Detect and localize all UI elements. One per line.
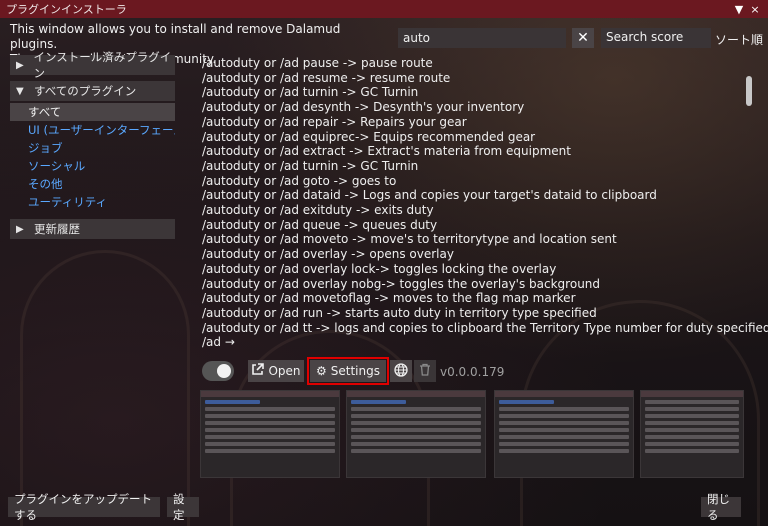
window-title: プラグインインストーラ [6, 3, 127, 16]
triangle-right-icon: ▶ [16, 59, 24, 71]
description-line: /autoduty or /ad goto -> goes to [202, 173, 397, 188]
settings-button-label: Settings [330, 364, 380, 378]
description-line: /autoduty or /ad moveto -> move's to ter… [202, 232, 617, 247]
description-line: /autoduty or /ad exitduty -> exits duty [202, 203, 434, 218]
description-line: /autoduty or /ad pause -> pause route [202, 56, 433, 70]
description-line: /autoduty or /ad turnin -> GC Turnin [202, 158, 419, 173]
category-item-jobs[interactable]: ジョブ [10, 139, 175, 157]
open-button[interactable]: Open [248, 360, 304, 382]
description-line: /autoduty or /ad tt -> logs and copies t… [202, 320, 768, 335]
installed-plugins-label: インストール済みプラグイン [33, 50, 172, 80]
changelog-header[interactable]: ▶ 更新履歴 [10, 219, 175, 239]
description-line: /autoduty or /ad movetoflag -> moves to … [202, 291, 576, 306]
plugin-screenshot[interactable] [640, 390, 744, 478]
category-item-all[interactable]: すべて [10, 103, 175, 121]
scrollbar-thumb[interactable] [746, 76, 752, 106]
all-plugins-label: すべてのプラグイン [34, 84, 137, 98]
external-link-icon [251, 363, 265, 379]
description-line: /autoduty or /ad repair -> Repairs your … [202, 114, 467, 129]
close-button[interactable]: 閉じる [701, 492, 741, 522]
delete-button[interactable] [414, 360, 436, 382]
description-line: /autoduty or /ad turnin -> GC Turnin [202, 85, 419, 100]
description-line: /autoduty or /ad dataid -> Logs and copi… [202, 188, 657, 203]
collapse-icon[interactable]: ▼ [732, 3, 746, 16]
close-icon[interactable]: × [748, 3, 762, 16]
category-list: すべて UI (ユーザーインターフェース) ジョブ ソーシャル その他 ユーティ… [10, 103, 175, 211]
description-line: /autoduty or /ad queue -> queues duty [202, 217, 438, 232]
description-line: /autoduty or /ad extract -> Extract's ma… [202, 144, 571, 159]
close-icon: ✕ [577, 30, 589, 46]
plugin-description: /autoduty or /ad pause -> pause route /a… [202, 56, 768, 350]
sort-label: ソート順 [715, 33, 764, 47]
all-plugins-header[interactable]: ▼ すべてのプラグイン [10, 81, 175, 101]
category-item-other[interactable]: その他 [10, 175, 175, 193]
open-button-label: Open [268, 364, 301, 378]
plugin-enable-toggle[interactable] [202, 361, 234, 381]
description-line: /autoduty or /ad equiprec-> Equips recom… [202, 129, 536, 144]
triangle-down-icon: ▼ [16, 85, 24, 97]
installed-plugins-header[interactable]: ▶ インストール済みプラグイン [10, 50, 175, 80]
update-plugins-button[interactable]: プラグインをアップデートする [8, 492, 160, 522]
description-line: /autoduty or /ad run -> starts auto duty… [202, 305, 597, 320]
changelog-label: 更新履歴 [34, 222, 80, 236]
description-line: /autoduty or /ad resume -> resume route [202, 70, 451, 85]
globe-button[interactable] [390, 360, 412, 382]
category-item-utility[interactable]: ユーティリティ [10, 193, 175, 211]
toggle-knob [217, 364, 231, 378]
description-line: /autoduty or /ad desynth -> Desynth's yo… [202, 100, 525, 115]
sort-dropdown[interactable]: Search score [601, 28, 711, 48]
gear-icon: ⚙ [316, 364, 327, 378]
description-line: /ad → [202, 335, 235, 350]
settings-footer-button[interactable]: 設定 [167, 492, 199, 522]
plugin-screenshot[interactable] [200, 390, 340, 478]
plugin-version: v0.0.0.179 [440, 365, 505, 379]
plugin-screenshot[interactable] [494, 390, 634, 478]
settings-button[interactable]: ⚙ Settings [307, 357, 389, 385]
plugin-screenshot[interactable] [346, 390, 486, 478]
globe-icon [394, 362, 408, 380]
category-item-social[interactable]: ソーシャル [10, 157, 175, 175]
description-line: This window allows you to install and re… [10, 22, 341, 51]
search-input[interactable] [398, 28, 566, 48]
description-line: /autoduty or /ad overlay lock-> toggles … [202, 261, 557, 276]
triangle-right-icon: ▶ [16, 223, 24, 235]
category-item-ui[interactable]: UI (ユーザーインターフェース) [10, 121, 175, 139]
category-sidebar: ▶ インストール済みプラグイン ▼ すべてのプラグイン すべて UI (ユーザー… [10, 50, 175, 245]
window-titlebar[interactable]: プラグインインストーラ ▼ × [0, 0, 768, 18]
trash-icon [419, 363, 431, 379]
description-line: /autoduty or /ad overlay -> opens overla… [202, 247, 454, 262]
description-line: /autoduty or /ad overlay nobg-> toggles … [202, 276, 601, 291]
clear-search-button[interactable]: ✕ [572, 28, 594, 48]
